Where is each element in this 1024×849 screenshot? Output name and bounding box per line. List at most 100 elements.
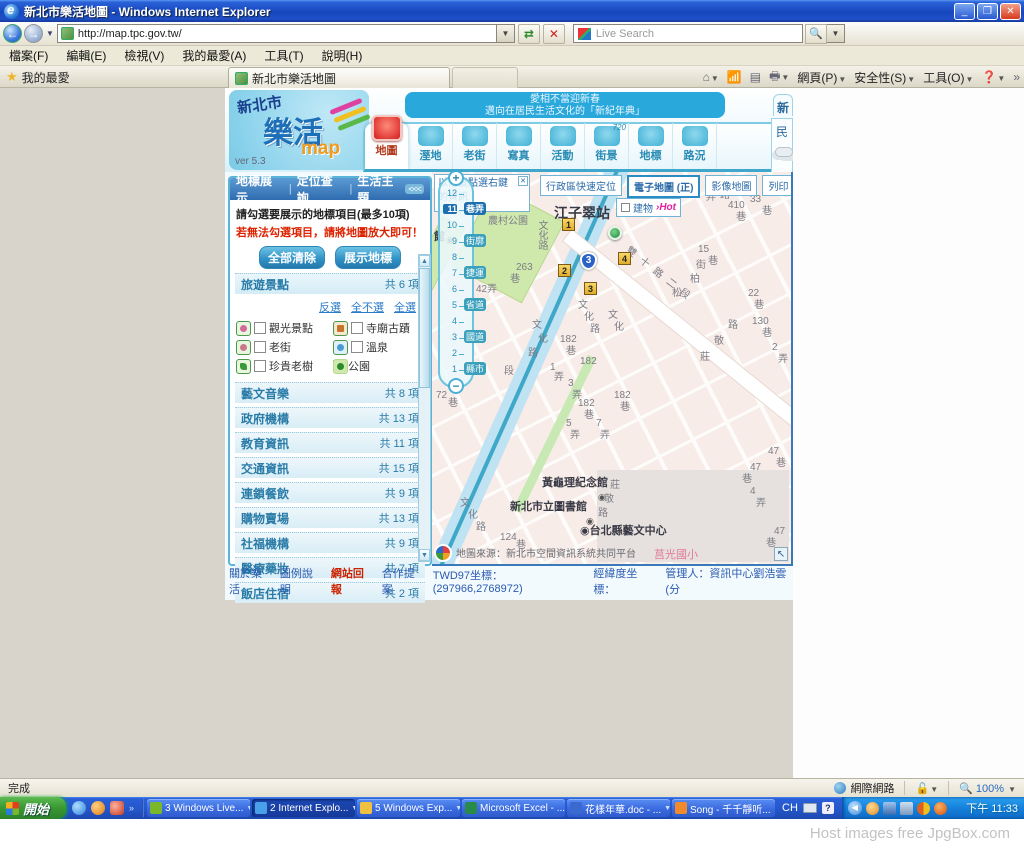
partial-tab[interactable]: 新 [773,94,793,116]
zoom-level-8[interactable]: 8 [440,252,476,266]
network-tray-icon[interactable] [883,802,896,815]
home-icon[interactable]: ⌂▼ [703,70,719,84]
section-連鎖餐飲[interactable]: 連鎖餐飲共 9 項 [235,482,425,503]
taskbar-button-Song - 千千靜听...[interactable]: Song - 千千靜听...▼ [672,799,775,817]
map-button-電子地圖 (正)[interactable]: 電子地圖 (正) [627,175,700,198]
overflow-chevron[interactable]: » [1013,70,1020,84]
tools-menu[interactable]: 工具(O)▼ [923,69,973,86]
back-button[interactable]: ← [3,24,22,43]
taskbar-button-5 Windows Exp...[interactable]: 5 Windows Exp...▼ [357,799,460,817]
nav-tab-地標[interactable]: 地標 [629,123,673,169]
zoom-slider[interactable]: + 1211巷弄109街廓87捷運65省道43國道21縣市 − [438,176,474,388]
taskbar-button-dropdown-icon[interactable]: ▼ [246,805,250,812]
taskbar-button-dropdown-icon[interactable]: ▼ [774,805,775,812]
section-交通資訊[interactable]: 交通資訊共 15 項 [235,457,425,478]
ime-help-icon[interactable]: ? [822,802,834,814]
media-quicklaunch-icon[interactable] [91,801,105,815]
poi-checkbox-珍貴老樹[interactable]: 珍貴老樹 [236,358,331,374]
poi-checkbox-觀光景點[interactable]: 觀光景點 [236,320,331,336]
checkbox-icon[interactable] [254,322,266,334]
start-button[interactable]: 開始 [0,797,66,819]
map-canvas[interactable]: 江子翠站農村公園文化路館◉263巷42弄雙十路二段15巷街柏松弄路410巷33巷… [432,172,793,566]
taskbar-button-dropdown-icon[interactable]: ▼ [455,805,460,812]
close-button[interactable]: ✕ [1000,3,1021,20]
help-menu[interactable]: ❓▼ [981,70,1005,84]
zoom-level-12[interactable]: 12 [440,188,476,202]
footer-link-合作提案[interactable]: 合作提案 [382,565,423,597]
app-quicklaunch-icon[interactable] [110,801,124,815]
taskbar-button-Microsoft Excel - ...[interactable]: Microsoft Excel - ...▼ [462,799,565,817]
address-dropdown[interactable]: ▼ [497,24,515,43]
section-社福機構[interactable]: 社福機構共 9 項 [235,532,425,553]
safety-menu[interactable]: 安全性(S)▼ [854,69,915,86]
ie-quicklaunch-icon[interactable] [72,801,86,815]
clear-all-button[interactable]: 全部清除 [259,246,325,269]
poi-checkbox-公園[interactable]: 公園 [333,358,428,374]
site-logo[interactable]: 新北市 樂活 map ver 5.3 [229,90,369,170]
taskbar-button-dropdown-icon[interactable]: ▼ [351,805,355,812]
taskbar-button-dropdown-icon[interactable]: ▼ [664,805,670,812]
search-options-dropdown[interactable]: ▼ [827,24,845,43]
scrollbar-thumb[interactable] [419,268,430,388]
print-icon[interactable]: 🖶▼ [769,67,789,88]
footer-link-圖例說明[interactable]: 圖例說明 [280,565,321,597]
footer-link-網站回報[interactable]: 網站回報 [331,565,372,597]
map-button-影像地圖[interactable]: 影像地圖 [705,175,757,196]
select-link-2[interactable]: 全選 [394,299,416,315]
favorites-button[interactable]: ★ 我的最愛 [0,66,70,88]
language-indicator[interactable]: CH [782,802,798,814]
sidebar-scrollbar[interactable]: ▲ ▼ [418,254,431,562]
maximize-button[interactable]: ❐ [977,3,998,20]
checkbox-icon[interactable] [351,322,363,334]
zoom-level-1[interactable]: 1縣市 [440,364,476,378]
nav-tab-老街[interactable]: 老街 [453,123,497,169]
menu-item-4[interactable]: 工具(T) [255,45,312,66]
poi-checkbox-溫泉[interactable]: 溫泉 [333,339,428,355]
building-layer-checkbox[interactable]: 建物 ›Hot [616,198,681,217]
section-政府機構[interactable]: 政府機構共 13 項 [235,407,425,428]
refresh-button[interactable]: ⇄ [518,24,540,44]
zoom-level-6[interactable]: 6 [440,284,476,298]
show-poi-button[interactable]: 展示地標 [335,246,401,269]
collapse-sidebar-button[interactable]: <<< [405,184,424,194]
tab-poi-display[interactable]: 地標展示 [236,172,284,206]
select-link-1[interactable]: 全不選 [351,299,384,315]
protected-mode-icon[interactable]: 🔓▼ [915,782,938,795]
minimize-button[interactable]: _ [954,3,975,20]
nav-tab-寫真[interactable]: 寫真 [497,123,541,169]
security-alert-tray-icon[interactable] [917,802,930,815]
scroll-up-icon[interactable]: ▲ [419,255,430,267]
menu-item-3[interactable]: 我的最愛(A) [173,45,255,66]
tray-chevron-icon[interactable]: ◀ [848,801,862,815]
select-link-0[interactable]: 反選 [319,299,341,315]
pan-arrow-icon[interactable]: ↖ [774,547,788,561]
section-travel-spots[interactable]: 旅遊景點 共 6 項 [235,273,425,294]
volume-tray-icon[interactable] [900,802,913,815]
section-購物賣場[interactable]: 購物賣場共 13 項 [235,507,425,528]
tab-life-theme[interactable]: 生活主題 [357,172,405,206]
scroll-down-icon[interactable]: ▼ [419,549,430,561]
zoom-level-4[interactable]: 4 [440,316,476,330]
feeds-icon[interactable]: 📶 [727,70,742,84]
browser-tab[interactable]: 新北市樂活地圖 [228,67,450,88]
zoom-level-3[interactable]: 3國道 [440,332,476,346]
poi-checkbox-寺廟古蹟[interactable]: 寺廟古蹟 [333,320,428,336]
checkbox-icon[interactable] [621,203,630,212]
keyboard-icon[interactable] [803,803,817,813]
stop-button[interactable]: ✕ [543,24,565,44]
menu-item-2[interactable]: 檢視(V) [115,45,173,66]
read-mail-icon[interactable]: ▤ [750,70,761,84]
checkbox-icon[interactable] [254,360,266,372]
taskbar-button-3 Windows Live...[interactable]: 3 Windows Live...▼ [147,799,250,817]
zoom-level-7[interactable]: 7捷運 [440,268,476,282]
zoom-in-button[interactable]: + [448,172,464,186]
checkbox-icon[interactable] [254,341,266,353]
page-zoom-control[interactable]: 🔍 100% ▼ [959,782,1016,795]
footer-link-關於樂活[interactable]: 關於樂活 [229,565,270,597]
zoom-out-button[interactable]: − [448,378,464,394]
menu-item-5[interactable]: 說明(H) [313,45,372,66]
zoom-level-5[interactable]: 5省道 [440,300,476,314]
zoom-level-9[interactable]: 9街廓 [440,236,476,250]
map-button-行政區快速定位[interactable]: 行政區快速定位 [540,175,622,196]
nav-tab-地圖[interactable]: 地圖 [365,123,409,169]
